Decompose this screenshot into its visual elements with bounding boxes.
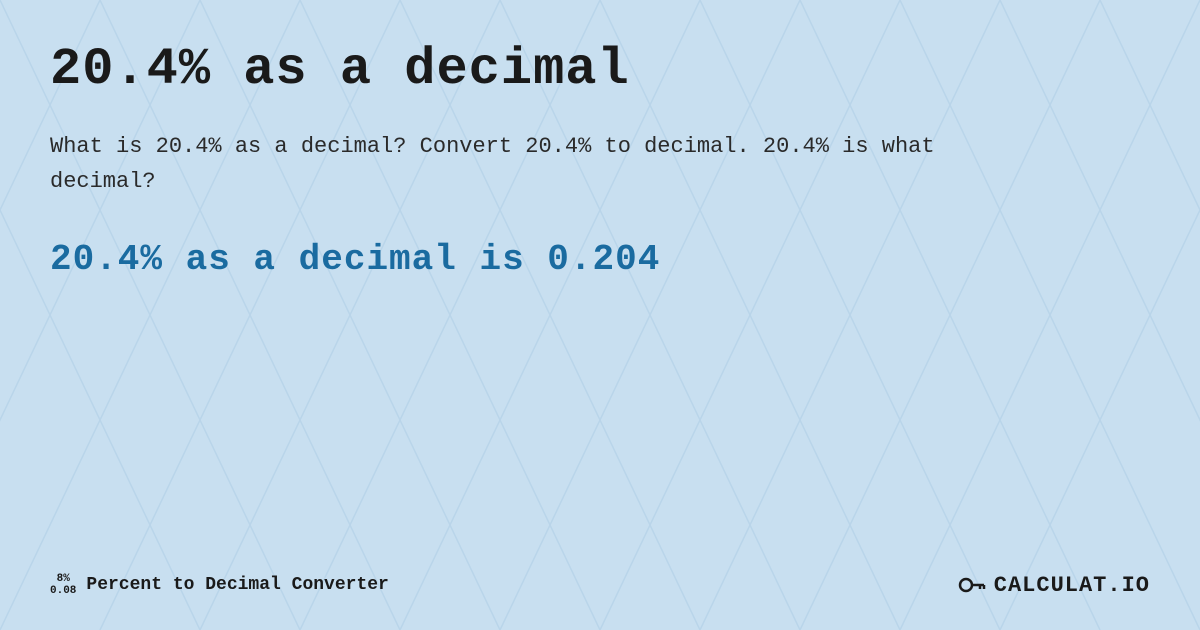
footer-label: Percent to Decimal Converter: [86, 575, 388, 595]
icon-bottom: 0.08: [50, 585, 76, 597]
footer-left: 8% 0.08 Percent to Decimal Converter: [50, 573, 389, 597]
result-text: 20.4% as a decimal is 0.204: [50, 239, 1150, 280]
calculator-icon: [956, 570, 986, 600]
footer: 8% 0.08 Percent to Decimal Converter CAL…: [50, 550, 1150, 600]
page-title: 20.4% as a decimal: [50, 40, 1150, 99]
site-logo: CALCULAT.IO: [994, 573, 1150, 598]
page-description: What is 20.4% as a decimal? Convert 20.4…: [50, 129, 950, 199]
result-section: 20.4% as a decimal is 0.204: [50, 239, 1150, 280]
icon-top: 8%: [57, 573, 70, 585]
percent-decimal-icon: 8% 0.08: [50, 573, 76, 597]
footer-right: CALCULAT.IO: [956, 570, 1150, 600]
